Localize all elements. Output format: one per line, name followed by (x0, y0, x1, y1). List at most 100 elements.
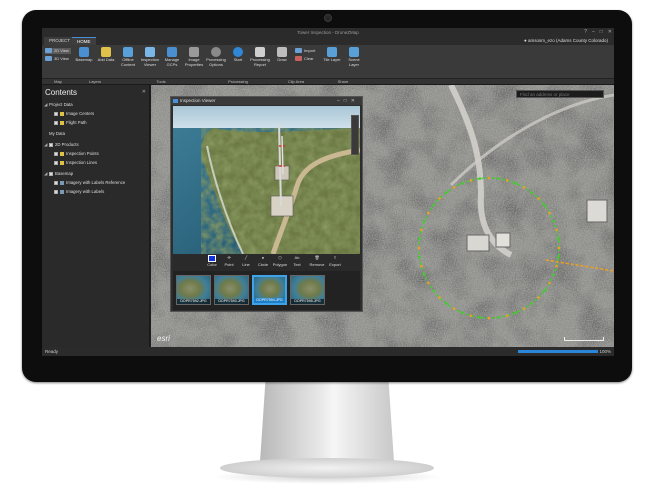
layer-checkbox[interactable] (54, 189, 58, 194)
draw-button[interactable]: Draw (271, 47, 293, 63)
processing-options-button[interactable]: Processing Options (205, 47, 227, 67)
image-center-point[interactable] (427, 281, 430, 285)
image-center-point[interactable] (522, 307, 526, 310)
image-center-point[interactable] (543, 204, 546, 207)
image-center-point[interactable] (487, 176, 491, 180)
image-center-point[interactable] (548, 211, 551, 215)
thumbnail[interactable]: DOPR7593.JPG (214, 275, 249, 305)
line-tool[interactable]: ╱ Line (237, 255, 255, 267)
user-account[interactable]: ● amsosm_ezo (Adams County Colorado) (524, 37, 608, 45)
image-center-point[interactable] (423, 273, 426, 277)
layer-imagery-labels-reference[interactable]: Imagery with Labels Reference (44, 178, 148, 187)
tab-project[interactable]: PROJECT (44, 37, 76, 45)
clear-button[interactable]: Clear (295, 56, 319, 61)
image-center-point[interactable] (420, 228, 423, 232)
manage-gcps-button[interactable]: Manage GCPs (161, 47, 183, 67)
offline-content-button[interactable]: Offline Content (117, 47, 139, 67)
thumbnail[interactable]: DOPR7595.JPG (290, 275, 325, 305)
image-center-point[interactable] (478, 316, 482, 319)
inspection-viewer-button[interactable]: Inspection Viewer (139, 47, 161, 67)
text-tool[interactable]: Ab Text (288, 255, 306, 267)
layer-checkbox[interactable] (54, 160, 58, 165)
image-center-point[interactable] (418, 255, 421, 259)
import-button[interactable]: Import (295, 48, 319, 53)
image-center-point[interactable] (469, 179, 473, 182)
image-center-point[interactable] (427, 211, 430, 215)
help-icon[interactable]: ? (584, 28, 587, 37)
image-center-point[interactable] (417, 246, 421, 250)
layer-image-centers[interactable]: Image Centers (44, 109, 148, 118)
image-center-point[interactable] (432, 289, 435, 292)
image-center-point[interactable] (452, 186, 456, 189)
image-center-point[interactable] (478, 177, 482, 180)
add-data-button[interactable]: Add Data (95, 47, 117, 63)
image-center-point[interactable] (537, 197, 540, 200)
image-center-point[interactable] (496, 316, 500, 319)
image-center-point[interactable] (548, 281, 551, 285)
tile-layer-button[interactable]: Tile Layer (321, 47, 343, 63)
layer-checkbox[interactable] (49, 142, 53, 147)
layer-checkbox[interactable] (49, 171, 53, 176)
polygon-tool[interactable]: ⬠ Polygon (271, 255, 289, 267)
image-properties-button[interactable]: Image Properties (183, 47, 205, 67)
image-center-point[interactable] (445, 191, 448, 194)
image-center-point[interactable] (445, 302, 448, 305)
thumbnail[interactable]: DOPR7592.JPG (176, 275, 211, 305)
layer-inspection-lines[interactable]: Inspection Lines (44, 158, 148, 167)
inspection-viewer-window[interactable]: Inspection Viewer –□✕ Color ✣ Point ╱ Li… (170, 96, 363, 312)
image-center-point[interactable] (438, 296, 441, 299)
image-center-point[interactable] (555, 264, 558, 268)
close-icon[interactable]: ✕ (608, 28, 612, 37)
processing-report-button[interactable]: Processing Report (249, 47, 271, 67)
layer-inspection-points[interactable]: Inspection Points (44, 149, 148, 158)
image-center-point[interactable] (505, 314, 509, 317)
layer-checkbox[interactable] (54, 151, 58, 156)
image-center-point[interactable] (420, 264, 423, 268)
tree-group-2d-products[interactable]: ◢ 2D Products (44, 140, 148, 149)
image-center-point[interactable] (438, 197, 441, 200)
image-center-point[interactable] (432, 204, 435, 207)
image-center-point[interactable] (505, 179, 509, 182)
viewer-window-controls[interactable]: –□✕ (337, 97, 359, 105)
tab-home[interactable]: HOME (72, 37, 96, 45)
layer-checkbox[interactable] (54, 180, 58, 185)
image-center-point[interactable] (514, 311, 518, 314)
circle-tool[interactable]: ● Circle (254, 255, 272, 267)
thumbnail[interactable]: DOPR7594.JPG (252, 275, 287, 305)
tree-group-project-data[interactable]: ◢ Project Data (44, 100, 148, 109)
tree-group-my-data[interactable]: My Data (44, 129, 148, 138)
point-tool[interactable]: ✣ Point (220, 255, 238, 267)
image-center-point[interactable] (530, 302, 533, 305)
image-center-point[interactable] (460, 182, 464, 185)
image-center-point[interactable] (418, 237, 421, 241)
pane-close-icon[interactable]: ✕ (142, 89, 146, 95)
layer-flight-path[interactable]: Flight Path (44, 118, 148, 127)
image-center-point[interactable] (423, 219, 426, 223)
viewer-zoom-controls[interactable] (351, 115, 359, 155)
image-center-point[interactable] (469, 314, 473, 317)
view-3d-button[interactable]: 3D View (45, 56, 71, 62)
image-center-point[interactable] (522, 186, 526, 189)
tree-group-basemap[interactable]: ◢ Basemap (44, 169, 148, 178)
image-center-point[interactable] (557, 237, 560, 241)
image-center-point[interactable] (557, 255, 560, 259)
viewer-titlebar[interactable]: Inspection Viewer –□✕ (171, 97, 362, 105)
image-center-point[interactable] (555, 228, 558, 232)
image-center-point[interactable] (552, 273, 555, 277)
image-center-point[interactable] (557, 246, 561, 250)
view-2d-button[interactable]: 2D View (45, 48, 71, 54)
image-center-point[interactable] (552, 219, 555, 223)
image-center-point[interactable] (496, 177, 500, 180)
image-center-point[interactable] (543, 289, 546, 292)
image-center-point[interactable] (487, 316, 491, 320)
drone-photo[interactable] (173, 106, 360, 254)
image-center-point[interactable] (537, 296, 540, 299)
minimize-icon[interactable]: – (592, 28, 595, 37)
layer-checkbox[interactable] (54, 120, 58, 125)
color-tool[interactable]: Color (203, 255, 221, 267)
layer-imagery-labels[interactable]: Imagery with Labels (44, 187, 148, 196)
image-center-point[interactable] (530, 191, 533, 194)
start-button[interactable]: Start (227, 47, 249, 63)
image-center-point[interactable] (514, 182, 518, 185)
export-tool[interactable]: ⇪ Export (326, 255, 344, 267)
